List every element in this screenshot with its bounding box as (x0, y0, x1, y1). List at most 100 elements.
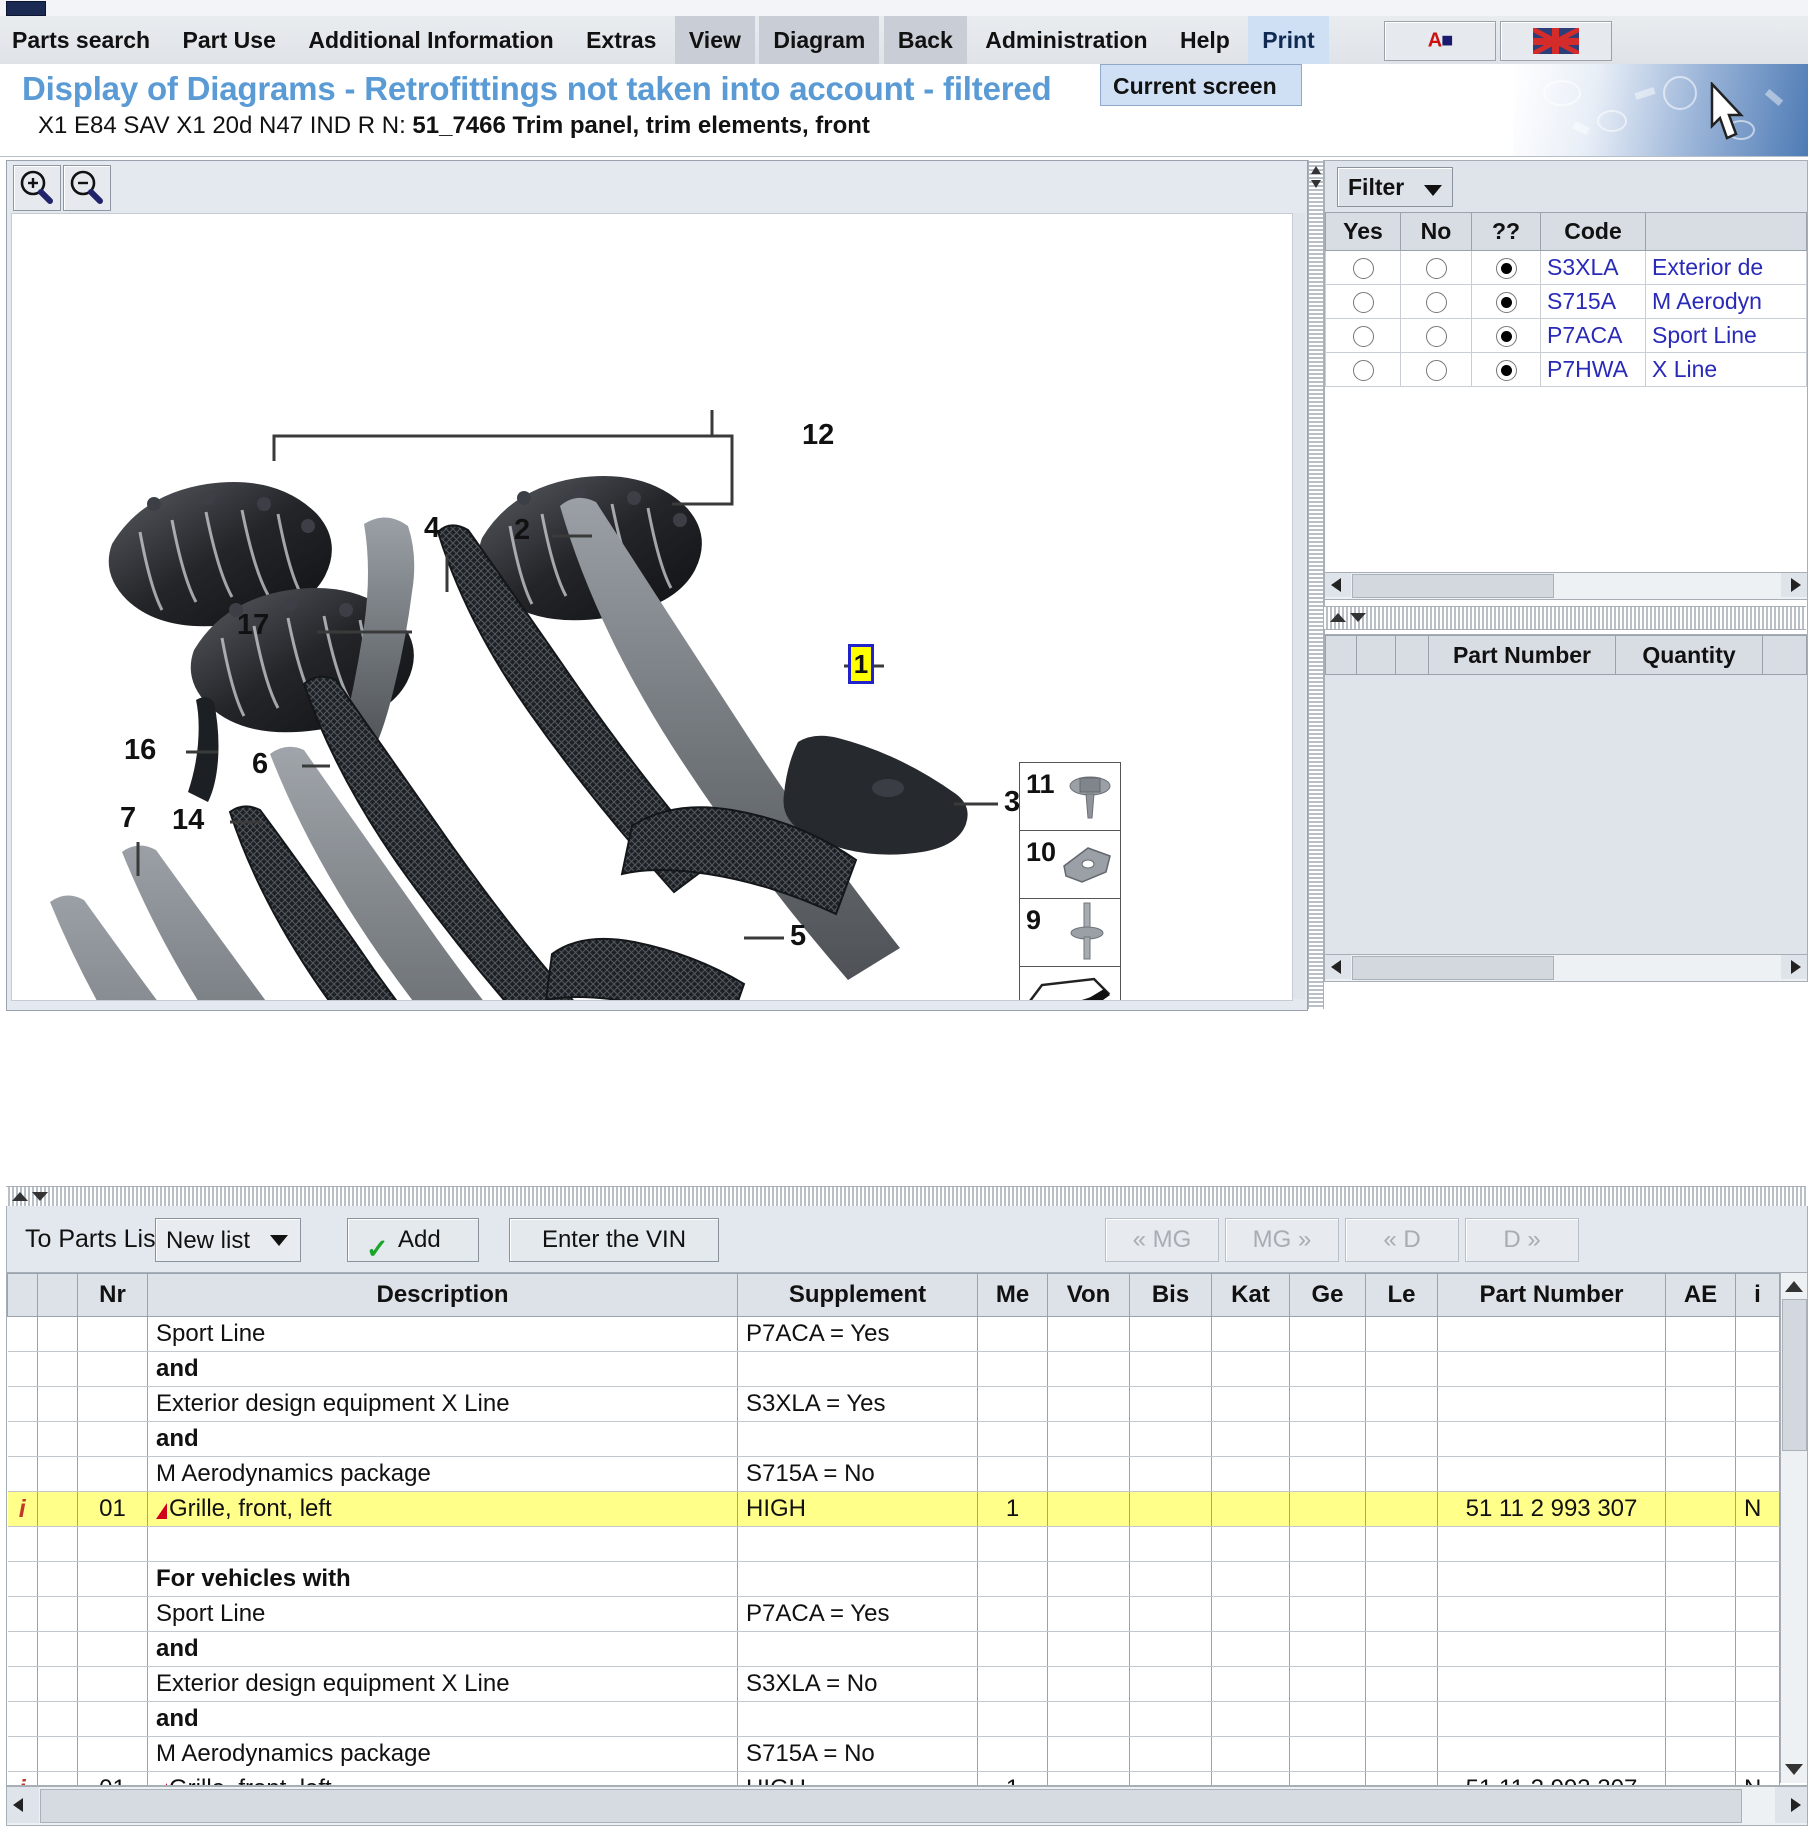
radio-no[interactable] (1425, 360, 1447, 382)
filter-row[interactable]: P7HWA X Line (1325, 352, 1807, 387)
grid-horizontal-scrollbar[interactable] (6, 1786, 1808, 1826)
menu-item-print[interactable]: Print (1248, 16, 1329, 64)
radio-no[interactable] (1425, 292, 1447, 314)
splitter-expand-up-icon[interactable] (1330, 613, 1346, 622)
filter-code[interactable]: S715A (1540, 284, 1646, 319)
splitter-collapse-down-icon[interactable] (32, 1192, 48, 1201)
radio-unknown[interactable] (1495, 326, 1517, 348)
scroll-thumb[interactable] (40, 1789, 1742, 1823)
radio-unknown[interactable] (1495, 360, 1517, 382)
table-row[interactable]: Sport Line P7ACA = Yes (7, 1316, 1780, 1352)
info-icon[interactable]: i (19, 1775, 26, 1786)
right-panel-splitter[interactable] (1324, 606, 1806, 630)
column-header-yes[interactable]: Yes (1325, 212, 1401, 251)
column-header-description[interactable] (1645, 212, 1807, 251)
column-header-blank-4[interactable] (1762, 635, 1807, 675)
filter-row[interactable]: P7ACA Sport Line (1325, 318, 1807, 353)
column-header-bis[interactable]: Bis (1129, 1273, 1212, 1317)
column-header-supplement[interactable]: Supplement (737, 1273, 978, 1317)
table-row[interactable]: and (7, 1631, 1780, 1667)
table-row[interactable] (7, 1526, 1780, 1562)
table-row[interactable]: i 01Grille, front, leftHIGH1 51 11 2 993 3… (7, 1771, 1780, 1786)
filter-desc[interactable]: X Line (1645, 352, 1807, 387)
filter-code[interactable]: P7HWA (1540, 352, 1646, 387)
parts-data-grid[interactable]: Nr Description Supplement Me Von Bis Kat… (6, 1272, 1808, 1786)
filter-desc[interactable]: Exterior de (1645, 250, 1807, 285)
table-row[interactable]: Exterior design equipment X Line S3XLA = … (7, 1666, 1780, 1702)
scroll-right-button[interactable] (1781, 573, 1807, 597)
table-row[interactable]: Exterior design equipment X Line S3XLA = … (7, 1386, 1780, 1422)
table-row[interactable]: M Aerodynamics package S715A = No (7, 1456, 1780, 1492)
diagram-vertical-scrollbar[interactable] (1293, 213, 1305, 999)
filter-desc[interactable]: Sport Line (1645, 318, 1807, 353)
enter-vin-button[interactable]: Enter the VIN (509, 1218, 719, 1262)
scroll-left-button[interactable] (7, 1787, 39, 1823)
filter-radio-no-cell[interactable] (1400, 284, 1472, 319)
prev-main-group-button[interactable]: « MG (1105, 1218, 1219, 1262)
column-header-part-number[interactable]: Part Number (1428, 635, 1616, 675)
column-header-ae[interactable]: AE (1665, 1273, 1736, 1317)
language-button[interactable] (1500, 21, 1612, 61)
column-header-no[interactable]: No (1400, 212, 1472, 251)
menu-item-part-use[interactable]: Part Use (169, 16, 290, 64)
scroll-thumb[interactable] (1352, 574, 1554, 598)
column-header-blank-2[interactable] (1356, 635, 1396, 675)
column-header-blank-1[interactable] (1325, 635, 1357, 675)
column-header-quantity[interactable]: Quantity (1615, 635, 1763, 675)
info-icon[interactable]: i (19, 1495, 26, 1523)
filter-radio-unknown-cell[interactable] (1471, 352, 1541, 387)
parts-horizontal-scrollbar[interactable] (1324, 954, 1808, 982)
grid-vertical-scrollbar[interactable] (1780, 1273, 1807, 1783)
filter-radio-no-cell[interactable] (1400, 352, 1472, 387)
menu-item-diagram[interactable]: Diagram (759, 16, 880, 64)
filter-radio-no-cell[interactable] (1400, 250, 1472, 285)
column-header-kat[interactable]: Kat (1211, 1273, 1290, 1317)
table-row[interactable]: M Aerodynamics package S715A = No (7, 1736, 1780, 1772)
filter-radio-unknown-cell[interactable] (1471, 284, 1541, 319)
filter-code[interactable]: S3XLA (1540, 250, 1646, 285)
radio-no[interactable] (1425, 258, 1447, 280)
exploded-parts-diagram[interactable]: 12 2 4 17 16 6 7 14 8 3 5 13 15 11 10 9 … (11, 213, 1293, 1001)
filter-desc[interactable]: M Aerodyn (1645, 284, 1807, 319)
vertical-splitter[interactable] (1308, 160, 1324, 1009)
scroll-thumb[interactable] (1352, 956, 1554, 980)
column-header-von[interactable]: Von (1047, 1273, 1130, 1317)
column-header-description[interactable]: Description (147, 1273, 738, 1317)
next-diagram-button[interactable]: D » (1465, 1218, 1579, 1262)
table-row[interactable]: Sport Line P7ACA = Yes (7, 1596, 1780, 1632)
scroll-left-button[interactable] (1325, 955, 1351, 979)
filter-horizontal-scrollbar[interactable] (1324, 572, 1808, 600)
column-header-me[interactable]: Me (977, 1273, 1048, 1317)
scroll-thumb[interactable] (1782, 1299, 1807, 1451)
zoom-out-button[interactable] (63, 165, 111, 211)
filter-radio-yes-cell[interactable] (1325, 318, 1401, 353)
diagram-callout-highlighted[interactable]: 1 (848, 644, 874, 684)
scroll-right-button[interactable] (1781, 955, 1807, 979)
table-row[interactable]: and (7, 1351, 1780, 1387)
radio-yes[interactable] (1352, 258, 1374, 280)
splitter-expand-up-icon[interactable] (12, 1192, 28, 1201)
column-header-nr[interactable]: Nr (77, 1273, 148, 1317)
main-horizontal-splitter[interactable] (6, 1186, 1806, 1208)
scroll-up-icon[interactable] (1785, 1281, 1803, 1292)
radio-unknown[interactable] (1495, 258, 1517, 280)
splitter-collapse-down-icon[interactable] (1350, 613, 1366, 622)
filter-radio-unknown-cell[interactable] (1471, 250, 1541, 285)
filter-button[interactable]: Filter (1337, 167, 1453, 207)
menu-item-view[interactable]: View (674, 16, 755, 64)
filter-radio-yes-cell[interactable] (1325, 284, 1401, 319)
filter-radio-yes-cell[interactable] (1325, 250, 1401, 285)
radio-no[interactable] (1425, 326, 1447, 348)
zoom-in-button[interactable] (13, 165, 61, 211)
menu-item-additional-information[interactable]: Additional Information (294, 16, 567, 64)
filter-radio-yes-cell[interactable] (1325, 352, 1401, 387)
filter-row[interactable]: S3XLA Exterior de (1325, 250, 1807, 285)
radio-unknown[interactable] (1495, 292, 1517, 314)
filter-row[interactable]: S715A M Aerodyn (1325, 284, 1807, 319)
column-header-part-number[interactable]: Part Number (1437, 1273, 1666, 1317)
radio-yes[interactable] (1352, 292, 1374, 314)
scroll-right-button[interactable] (1775, 1787, 1807, 1823)
column-header-code[interactable]: Code (1540, 212, 1646, 251)
filter-radio-no-cell[interactable] (1400, 318, 1472, 353)
menu-item-extras[interactable]: Extras (572, 16, 670, 64)
